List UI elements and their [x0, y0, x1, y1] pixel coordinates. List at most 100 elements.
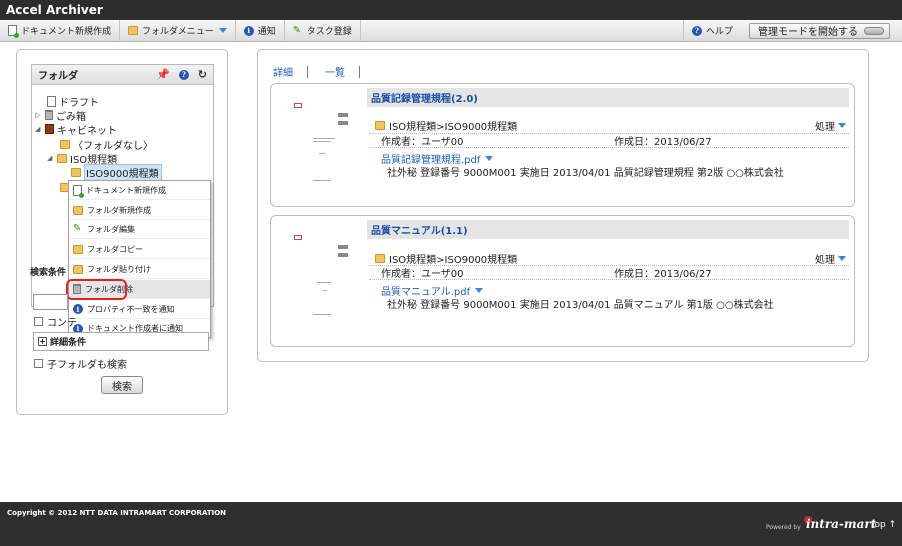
detail-conditions-toggle[interactable]: + 詳細条件	[33, 332, 209, 351]
folder-menu-button[interactable]: フォルダメニュー	[120, 19, 236, 42]
document-creator: 作成者：ユーザ00	[381, 269, 464, 280]
pin-icon[interactable]: 📌	[156, 68, 170, 81]
new-document-icon	[8, 25, 19, 38]
pencil-icon: ✎	[292, 24, 302, 36]
search-heading-label: 検索条件	[30, 268, 67, 278]
top-link[interactable]: top ↑	[871, 520, 896, 530]
menu-item-label: ドキュメント新規作成	[86, 185, 166, 195]
document-title-text: 品質マニュアル(1.1)	[371, 226, 468, 237]
tree-node-label: 〈フォルダなし〉	[73, 140, 153, 152]
menu-item-paste-folder[interactable]: フォルダ貼り付け	[69, 260, 210, 279]
action-menu-button[interactable]: 処理	[815, 118, 846, 133]
help-label: ヘルプ	[705, 27, 733, 37]
action-label: 処理	[815, 122, 835, 133]
chevron-down-icon	[475, 288, 484, 293]
tab-list[interactable]: 一覧	[325, 64, 345, 79]
document-thumbnail[interactable]	[289, 228, 349, 318]
folder-icon	[71, 167, 81, 177]
document-path-text: ISO規程類>ISO9000規程類	[389, 122, 518, 133]
subfolder-checkbox-row[interactable]: 子フォルダも検索	[34, 356, 127, 371]
tree-node-iso9000[interactable]: ISO9000規程類	[71, 163, 162, 181]
document-thumbnail[interactable]	[289, 96, 349, 186]
document-title[interactable]: 品質マニュアル(1.1)	[367, 220, 849, 239]
task-register-button[interactable]: ✎ タスク登録	[285, 19, 361, 42]
paste-folder-icon	[73, 264, 83, 274]
document-creator: 作成者：ユーザ00	[381, 137, 464, 148]
menu-item-copy-folder[interactable]: フォルダコピー	[69, 240, 210, 259]
document-meta: 作成者：ユーザ00 作成日：2013/06/27	[369, 265, 849, 280]
copy-folder-icon	[73, 244, 83, 254]
highlight-ring	[66, 279, 127, 300]
info-icon: i	[73, 304, 83, 314]
expand-plus-icon: +	[38, 337, 47, 346]
detail-conditions-label: 詳細条件	[50, 338, 87, 348]
admin-mode-label: 管理モードを開始する	[758, 27, 858, 38]
cabinet-icon	[45, 124, 54, 134]
admin-mode-button[interactable]: 管理モードを開始する	[749, 22, 890, 39]
tab-separator	[307, 65, 308, 78]
app-title: Accel Archiver	[6, 3, 103, 17]
new-folder-icon	[73, 205, 83, 215]
expand-icon[interactable]: ▷	[35, 111, 43, 119]
powered-by-text: Powered by	[766, 524, 801, 531]
document-description: 社外秘 登録番号 9000M001 実施日 2013/04/01 品質マニュアル…	[387, 300, 774, 311]
menu-item-label: フォルダコピー	[87, 244, 143, 254]
trash-icon	[45, 110, 53, 120]
search-input[interactable]	[33, 294, 68, 310]
tree-node-label-selected: ISO9000規程類	[84, 163, 162, 181]
tab-separator	[359, 65, 360, 78]
search-button[interactable]: 検索	[101, 376, 143, 394]
task-register-label: タスク登録	[306, 27, 352, 37]
search-button-label: 検索	[112, 381, 132, 393]
info-icon: i	[243, 25, 254, 36]
collapse-icon[interactable]: ◢	[35, 125, 43, 133]
document-created-date: 作成日：2013/06/27	[614, 137, 712, 148]
menu-item-label: フォルダ新規作成	[87, 205, 151, 215]
help-button[interactable]: ? ヘルプ	[682, 19, 741, 42]
copyright-text: Copyright © 2012 NTT DATA INTRAMART CORP…	[7, 509, 227, 517]
new-document-label: ドキュメント新規作成	[21, 27, 112, 37]
action-menu-button[interactable]: 処理	[815, 251, 846, 266]
document-created-date: 作成日：2013/06/27	[614, 269, 712, 280]
document-card: 品質マニュアル(1.1) ISO規程類>ISO9000規程類 処理 作成者：ユー…	[270, 215, 855, 347]
collapse-icon[interactable]: ◢	[47, 154, 55, 162]
tab-detail[interactable]: 詳細	[273, 64, 293, 79]
content-checkbox-row[interactable]: コンテ	[34, 314, 77, 329]
tree-node-label: ごみ箱	[56, 111, 86, 123]
document-title[interactable]: 品質記録管理規程(2.0)	[367, 88, 849, 107]
tree-node-no-folder[interactable]: 〈フォルダなし〉	[60, 137, 153, 152]
menu-item-new-folder[interactable]: フォルダ新規作成	[69, 201, 210, 220]
menu-item-notify-property[interactable]: i プロパティ不一致を通知	[69, 300, 210, 319]
menu-item-edit-folder[interactable]: ✎ フォルダ編集	[69, 220, 210, 239]
document-icon	[47, 95, 56, 107]
folder-icon	[128, 26, 139, 35]
refresh-icon[interactable]: ↻	[198, 68, 207, 81]
help-icon[interactable]: ?	[178, 69, 189, 80]
folder-menu-label: フォルダメニュー	[142, 27, 214, 37]
notify-button[interactable]: i 通知	[236, 19, 285, 42]
chevron-down-icon	[838, 256, 846, 261]
folder-panel-title: フォルダ	[38, 71, 78, 82]
content-checkbox[interactable]	[34, 317, 43, 326]
menu-item-label: フォルダ貼り付け	[87, 264, 151, 274]
new-document-icon	[73, 184, 84, 198]
folder-icon	[375, 121, 385, 130]
document-path: ISO規程類>ISO9000規程類	[375, 118, 517, 133]
help-icon: ?	[691, 25, 702, 36]
new-document-button[interactable]: ドキュメント新規作成	[0, 19, 121, 42]
folder-panel-header: フォルダ 📌 ? ↻	[32, 65, 213, 85]
menu-item-label: プロパティ不一致を通知	[87, 304, 175, 314]
notify-label: 通知	[257, 27, 276, 37]
folder-icon	[57, 153, 67, 163]
tree-node-draft[interactable]: ドラフト	[47, 94, 99, 109]
document-description: 社外秘 登録番号 9000M001 実施日 2013/04/01 品質記録管理規…	[387, 168, 784, 179]
tree-node-trash[interactable]: ▷ ごみ箱	[35, 108, 86, 123]
folder-context-menu: ドキュメント新規作成 フォルダ新規作成 ✎ フォルダ編集 フォルダコピー フォル…	[68, 180, 211, 338]
folder-icon	[375, 254, 385, 263]
subfolder-checkbox[interactable]	[34, 359, 43, 368]
document-path: ISO規程類>ISO9000規程類	[375, 251, 517, 266]
menu-item-label: フォルダ編集	[87, 224, 135, 234]
tree-node-cabinet[interactable]: ◢ キャビネット	[35, 122, 117, 137]
action-label: 処理	[815, 255, 835, 266]
menu-item-new-document[interactable]: ドキュメント新規作成	[69, 181, 210, 200]
